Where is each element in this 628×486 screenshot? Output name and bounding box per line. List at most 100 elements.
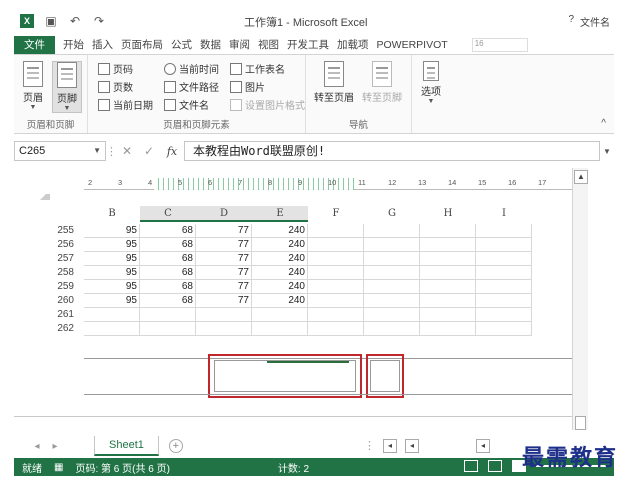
row-header[interactable]: 262 — [46, 322, 74, 336]
cell[interactable]: 240 — [252, 252, 308, 266]
cell[interactable]: 77 — [196, 280, 252, 294]
cell[interactable] — [308, 252, 364, 266]
cell[interactable] — [84, 308, 140, 322]
cell[interactable]: 68 — [140, 224, 196, 238]
column-header-f[interactable]: F — [308, 206, 364, 222]
tab-page-layout[interactable]: 页面布局 — [117, 36, 167, 54]
tab-addins[interactable]: 加载项 — [333, 36, 373, 54]
tab-insert[interactable]: 插入 — [88, 36, 117, 54]
chevron-down-icon[interactable]: ▼ — [93, 142, 101, 160]
goto-header-button[interactable]: 转至页眉 — [312, 61, 356, 104]
cell[interactable] — [420, 224, 476, 238]
tab-powerpivot[interactable]: POWERPIVOT — [373, 36, 452, 54]
cell[interactable]: 95 — [84, 252, 140, 266]
cell[interactable]: 68 — [140, 266, 196, 280]
cell[interactable]: 77 — [196, 294, 252, 308]
cell[interactable]: 68 — [140, 280, 196, 294]
format-picture-button[interactable]: 设置图片格式 — [230, 97, 305, 112]
expand-formula-icon[interactable]: ▼ — [600, 147, 614, 156]
cell[interactable] — [364, 224, 420, 238]
row-header[interactable]: 259 — [46, 280, 74, 294]
cell[interactable] — [420, 308, 476, 322]
cell[interactable]: 68 — [140, 294, 196, 308]
cell[interactable] — [364, 252, 420, 266]
cell[interactable] — [308, 266, 364, 280]
cell[interactable] — [308, 224, 364, 238]
tab-data[interactable]: 数据 — [196, 36, 225, 54]
cell[interactable] — [420, 266, 476, 280]
column-header-h[interactable]: H — [420, 206, 476, 222]
cell[interactable]: 95 — [84, 266, 140, 280]
cell[interactable]: 240 — [252, 224, 308, 238]
macro-icon[interactable]: ▦ — [54, 462, 63, 473]
formula-input[interactable]: 本教程由Word联盟原创! — [184, 141, 600, 161]
row-header[interactable]: 255 — [46, 224, 74, 238]
cell[interactable] — [420, 238, 476, 252]
cell[interactable] — [196, 308, 252, 322]
cancel-icon[interactable]: ✕ — [116, 144, 138, 158]
tab-view[interactable]: 视图 — [254, 36, 283, 54]
normal-view-icon[interactable] — [464, 460, 478, 472]
undo-icon[interactable]: ↶ — [68, 14, 82, 28]
file-path-button[interactable]: 文件路径 — [164, 79, 219, 94]
footer-right-field[interactable] — [370, 360, 400, 392]
cell[interactable] — [364, 322, 420, 336]
column-header-g[interactable]: G — [364, 206, 420, 222]
file-name-button[interactable]: 文件名 — [164, 97, 209, 112]
cell[interactable] — [476, 224, 532, 238]
cell[interactable] — [140, 308, 196, 322]
footer-center-field[interactable] — [214, 360, 356, 392]
tab-formulas[interactable]: 公式 — [167, 36, 196, 54]
cell[interactable]: 95 — [84, 280, 140, 294]
cell[interactable] — [476, 238, 532, 252]
column-header-c[interactable]: C — [140, 206, 196, 222]
row-header[interactable]: 261 — [46, 308, 74, 322]
cell[interactable] — [308, 294, 364, 308]
sheet-name-button[interactable]: 工作表名 — [230, 61, 285, 76]
cell[interactable] — [476, 294, 532, 308]
page-count-button[interactable]: 页数 — [98, 79, 133, 94]
row-header[interactable]: 260 — [46, 294, 74, 308]
scroll-right-icon[interactable]: ◂ — [476, 439, 490, 453]
goto-footer-button[interactable]: 转至页脚 — [360, 61, 404, 104]
cell[interactable] — [308, 280, 364, 294]
cell[interactable] — [308, 238, 364, 252]
scroll-thumb[interactable] — [575, 416, 586, 430]
cell[interactable] — [476, 322, 532, 336]
cell[interactable]: 95 — [84, 224, 140, 238]
current-time-button[interactable]: 当前时间 — [164, 61, 219, 76]
cell[interactable] — [420, 322, 476, 336]
help-icon[interactable]: ? — [568, 14, 574, 29]
cell[interactable] — [308, 322, 364, 336]
cell[interactable]: 77 — [196, 238, 252, 252]
cell[interactable] — [364, 308, 420, 322]
cell[interactable] — [420, 252, 476, 266]
column-header-d[interactable]: D — [196, 206, 252, 222]
cell[interactable] — [476, 266, 532, 280]
cell[interactable]: 240 — [252, 294, 308, 308]
row-header[interactable]: 258 — [46, 266, 74, 280]
select-all-corner[interactable] — [40, 190, 50, 200]
ribbon-search-input[interactable]: 16 — [471, 38, 528, 52]
cell[interactable] — [252, 322, 308, 336]
collapse-ribbon-icon[interactable]: ^ — [601, 118, 606, 129]
cell[interactable]: 95 — [84, 238, 140, 252]
cell[interactable] — [84, 322, 140, 336]
row-header[interactable]: 256 — [46, 238, 74, 252]
sheet-next-icon[interactable]: ▸ — [46, 441, 64, 452]
name-box[interactable]: C265 ▼ — [14, 141, 106, 161]
scroll-left-end-icon[interactable]: ◂ — [405, 439, 419, 453]
cell[interactable] — [476, 252, 532, 266]
cell[interactable]: 240 — [252, 280, 308, 294]
tab-sheet1[interactable]: Sheet1 — [94, 436, 159, 456]
scroll-up-icon[interactable]: ▲ — [574, 170, 588, 184]
tab-review[interactable]: 审阅 — [225, 36, 254, 54]
cell[interactable] — [364, 280, 420, 294]
column-header-i[interactable]: I — [476, 206, 532, 222]
column-header-b[interactable]: B — [84, 206, 140, 222]
cell[interactable]: 77 — [196, 266, 252, 280]
current-date-button[interactable]: 当前日期 — [98, 97, 153, 112]
vertical-scrollbar[interactable]: ▲ — [572, 168, 588, 430]
page-layout-view-icon[interactable] — [488, 460, 502, 472]
cell[interactable] — [364, 294, 420, 308]
